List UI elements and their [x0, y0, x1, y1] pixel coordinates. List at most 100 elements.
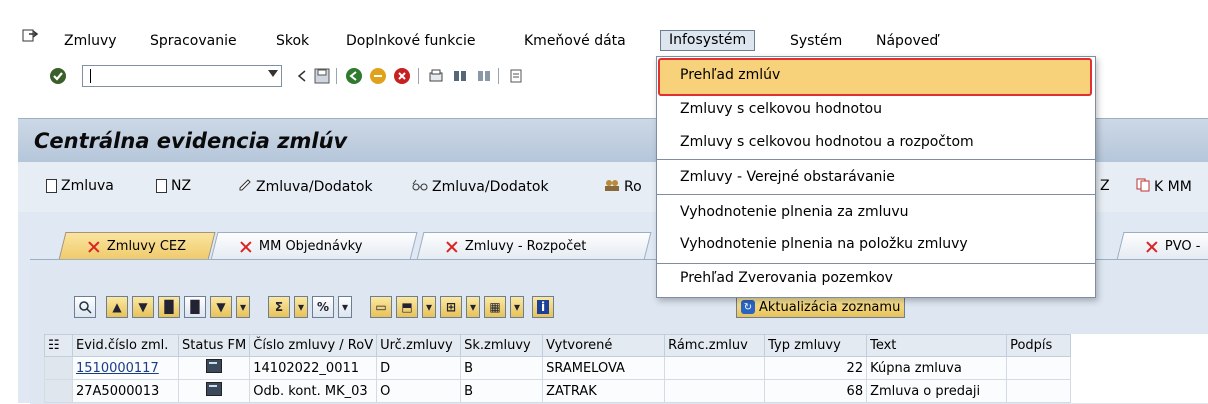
- ro-button-label: Ro: [624, 179, 642, 195]
- vytvorene-cell: SRAMELOVA: [542, 356, 666, 380]
- menu-item-vyhodnotenie-plnenia-zmluva[interactable]: Vyhodnotenie plnenia za zmluvu: [680, 204, 909, 220]
- column-header[interactable]: Text: [866, 334, 1008, 357]
- zmluva-dodatok-edit-label: Zmluva/Dodatok: [256, 179, 373, 195]
- status-fm-cell: [177, 379, 251, 403]
- row-selector[interactable]: [44, 379, 73, 403]
- pencil-icon: [238, 178, 252, 196]
- zmluva-dodatok-display-button[interactable]: Zmluva/Dodatok: [412, 178, 549, 196]
- column-header[interactable]: Urč.zmluvy: [376, 334, 462, 357]
- menu-item-zmluvy-celkova-hodnota[interactable]: Zmluvy s celkovou hodnotou: [680, 101, 882, 117]
- grid-dropdown-icon[interactable]: ▾: [510, 296, 524, 318]
- select-all-icon[interactable]: ☷: [44, 334, 73, 357]
- refresh-list-label: Aktualizácia zoznamu: [759, 299, 901, 315]
- column-header[interactable]: Vytvorené: [542, 334, 666, 357]
- table-row[interactable]: 27A5000013 Odb. kont. MK_03 O B ZATRAK 6…: [44, 379, 1072, 403]
- tab-mm-objednavky[interactable]: MM Objednávky: [210, 232, 418, 260]
- back-icon[interactable]: [344, 66, 364, 86]
- grid-icon[interactable]: ▦: [484, 296, 506, 318]
- print-icon[interactable]: [426, 66, 446, 86]
- column-header[interactable]: Rámc.zmluv: [664, 334, 766, 357]
- page-title: Centrálna evidencia zmlúv: [34, 129, 348, 153]
- tab-zmluvy-rozpocet[interactable]: Zmluvy - Rozpočet: [416, 232, 652, 260]
- menu-separator: [657, 159, 1095, 160]
- filter-dropdown-icon[interactable]: ▾: [236, 296, 250, 318]
- menu-separator: [657, 194, 1095, 195]
- cislo-zmluvy-cell: Odb. kont. MK_03: [249, 379, 378, 403]
- table-row[interactable]: 1510000117 14102022_0011 D B SRAMELOVA 2…: [44, 356, 1072, 380]
- error-x-icon: [445, 240, 459, 254]
- layout-dropdown-icon[interactable]: ▾: [466, 296, 480, 318]
- save-icon[interactable]: [312, 66, 332, 86]
- column-header[interactable]: Číslo zmluvy / RoV: [249, 334, 378, 357]
- zmluva-dodatok-display-label: Zmluva/Dodatok: [432, 179, 549, 195]
- menu-app-icon[interactable]: [22, 29, 39, 43]
- zmluva-dodatok-edit-button[interactable]: Zmluva/Dodatok: [238, 178, 373, 196]
- vytvorene-cell: ZATRAK: [542, 379, 666, 403]
- print-preview-icon[interactable]: ▭: [370, 296, 392, 318]
- layout-icon[interactable]: ⊞: [440, 296, 462, 318]
- nz-button-label: NZ: [171, 178, 192, 194]
- refresh-list-button[interactable]: ↻ Aktualizácia zoznamu: [736, 296, 906, 318]
- command-caret: [90, 69, 91, 83]
- subtotal-icon[interactable]: %: [312, 296, 334, 318]
- sort-ascending-icon[interactable]: ▲: [106, 296, 128, 318]
- column-header[interactable]: Typ zmluvy: [764, 334, 868, 357]
- column-header[interactable]: Sk.zmluvy: [460, 334, 544, 357]
- error-x-icon: [239, 240, 253, 254]
- find-icon[interactable]: [450, 66, 470, 86]
- menu-item-vyhodnotenie-plnenia-polozka[interactable]: Vyhodnotenie plnenia na položku zmluvy: [680, 236, 968, 252]
- enter-icon[interactable]: [48, 66, 68, 86]
- command-dropdown-icon[interactable]: [268, 70, 278, 77]
- back-arrow-icon[interactable]: [292, 66, 312, 86]
- glasses-icon: [412, 178, 428, 196]
- menu-item-zmluvy-verejne-obstaravanie[interactable]: Zmluvy - Verejné obstarávanie: [680, 169, 895, 185]
- tab-zmluvy-cez[interactable]: Zmluvy CEZ: [58, 232, 216, 260]
- table-header-row: ☷ Evid.číslo zml. Status FM Číslo zmluvy…: [44, 334, 1072, 357]
- evid-cislo-cell[interactable]: 27A5000013: [72, 379, 179, 403]
- sum-dropdown-icon[interactable]: ▾: [294, 296, 308, 318]
- tab-pvo[interactable]: PVO -: [1116, 232, 1208, 260]
- export-icon[interactable]: ⬒: [396, 296, 418, 318]
- row-selector[interactable]: [44, 356, 73, 380]
- evid-cislo-cell[interactable]: 1510000117: [72, 356, 179, 380]
- typ-zmluvy-cell: 22: [764, 356, 868, 380]
- sk-zmluvy-cell: B: [460, 379, 544, 403]
- menu-item-zmluvy-celkova-hodnota-rozpocet[interactable]: Zmluvy s celkovou hodnotou a rozpočtom: [680, 134, 974, 150]
- menu-system[interactable]: Systém: [790, 33, 842, 49]
- export-dropdown-icon[interactable]: ▾: [422, 296, 436, 318]
- info-icon[interactable]: i: [532, 296, 554, 318]
- filter-icon[interactable]: ▼: [210, 296, 232, 318]
- first-page-icon[interactable]: [506, 66, 526, 86]
- menu-napoved[interactable]: Nápoveď: [876, 33, 938, 49]
- k-mm-button[interactable]: K MM: [1136, 178, 1192, 196]
- status-fm-cell: [177, 356, 251, 380]
- contracts-table: ☷ Evid.číslo zml. Status FM Číslo zmluvy…: [44, 334, 1072, 403]
- menu-item-prehlad-zmluv[interactable]: Prehľad zmlúv: [680, 67, 780, 83]
- ramc-zmluv-cell: [664, 379, 766, 403]
- menu-infosystem[interactable]: Infosystém: [660, 30, 756, 51]
- sum-icon[interactable]: Σ: [268, 296, 290, 318]
- find-next-icon[interactable]: ▐▌: [184, 296, 206, 318]
- z-button[interactable]: Z: [1100, 178, 1110, 194]
- command-field[interactable]: [82, 65, 282, 87]
- zmluva-button[interactable]: Zmluva: [46, 178, 114, 194]
- cancel-icon[interactable]: [392, 66, 412, 86]
- menu-doplnkove-funkcie[interactable]: Doplnkové funkcie: [346, 33, 476, 49]
- find-next-icon[interactable]: [474, 66, 494, 86]
- menu-spracovanie[interactable]: Spracovanie: [150, 33, 237, 49]
- subtotal-dropdown-icon[interactable]: ▾: [338, 296, 352, 318]
- nz-button[interactable]: NZ: [156, 178, 191, 194]
- menu-skok[interactable]: Skok: [276, 33, 309, 49]
- details-icon[interactable]: [74, 296, 96, 318]
- column-header[interactable]: Evid.číslo zml.: [72, 334, 179, 357]
- sort-descending-icon[interactable]: ▼: [132, 296, 154, 318]
- menu-item-prehlad-zverovania-pozemkov[interactable]: Prehľad Zverovania pozemkov: [680, 270, 893, 286]
- exit-icon[interactable]: [368, 66, 388, 86]
- menu-kmenove-data[interactable]: Kmeňové dáta: [524, 33, 626, 49]
- column-header[interactable]: Status FM: [177, 334, 251, 357]
- find-icon[interactable]: ▐▌: [158, 296, 180, 318]
- menu-separator: [657, 263, 1095, 264]
- ro-button[interactable]: Ro: [604, 178, 642, 196]
- menu-zmluvy[interactable]: Zmluvy: [64, 33, 117, 49]
- column-header[interactable]: Podpís: [1006, 334, 1072, 357]
